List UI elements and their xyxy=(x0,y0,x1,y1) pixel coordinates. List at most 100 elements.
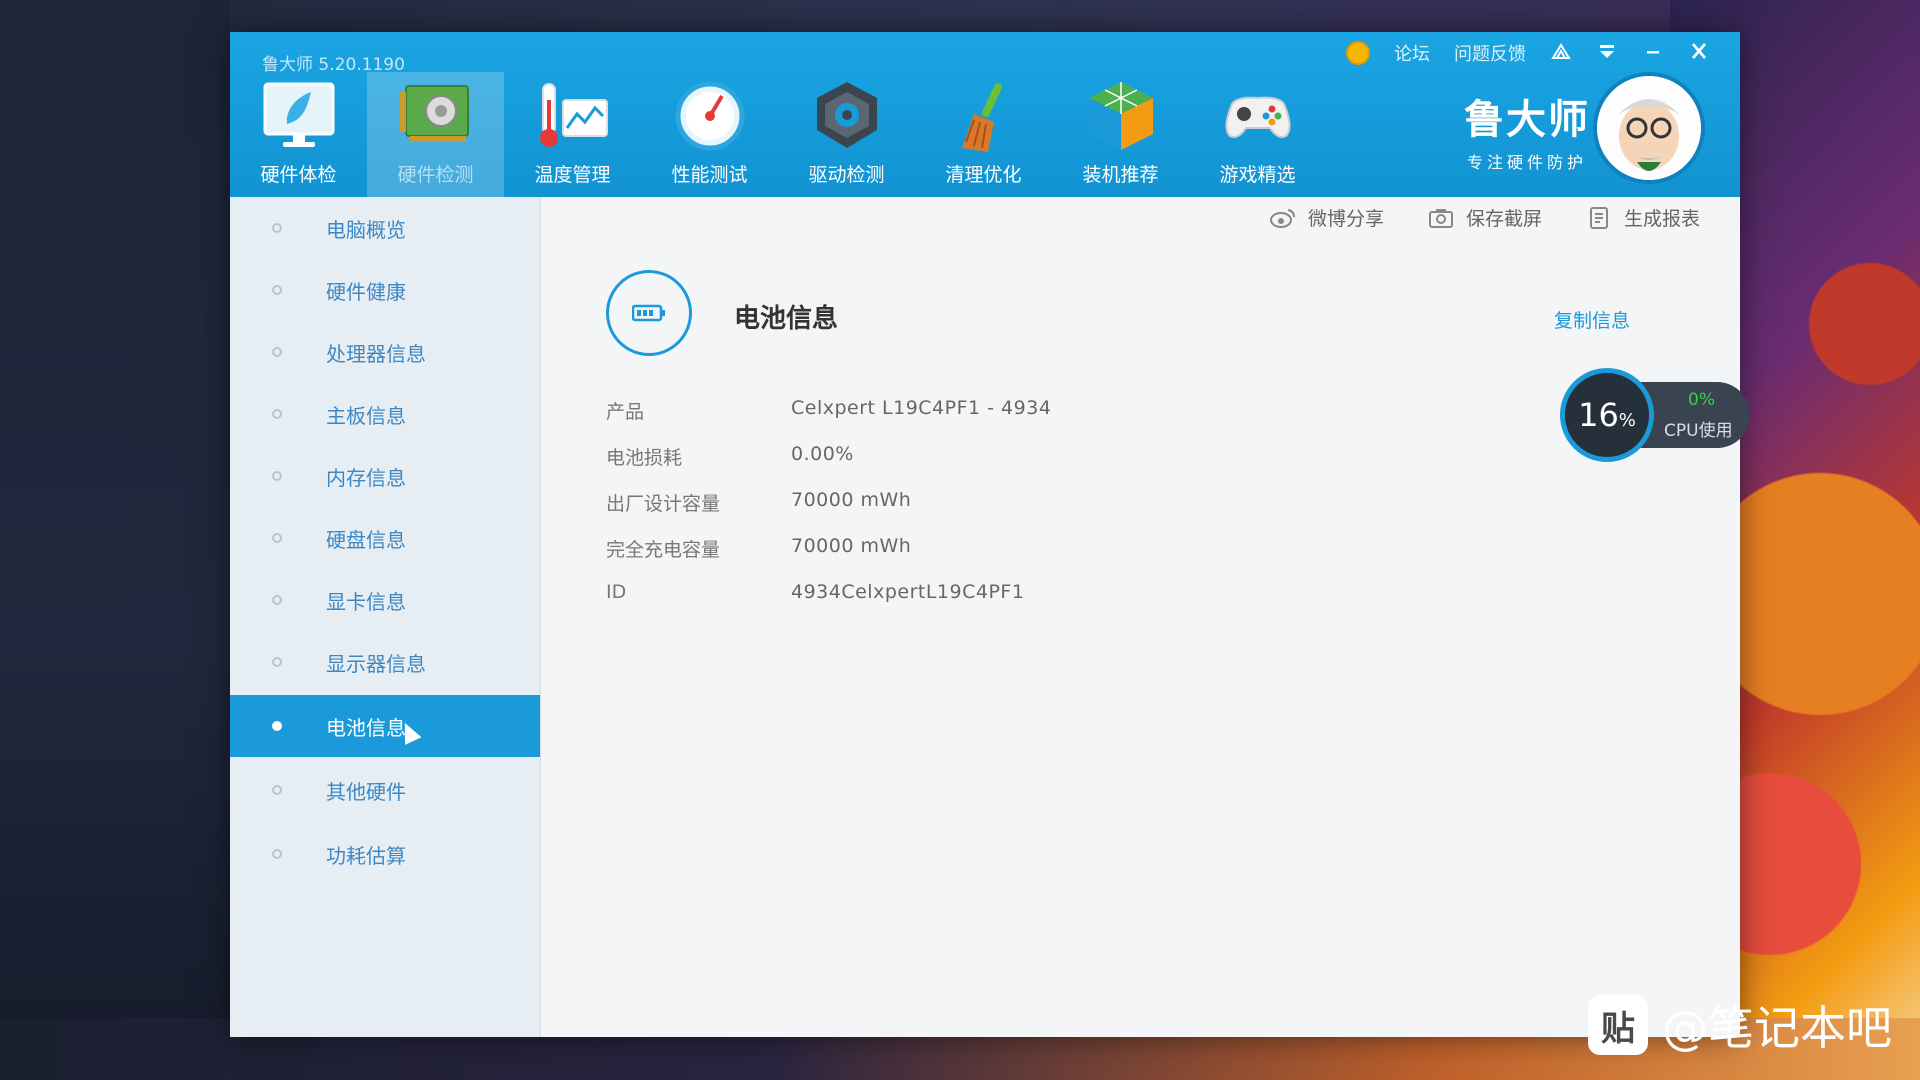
tool-cleanup[interactable]: 清理优化 xyxy=(915,72,1052,197)
medal-icon[interactable] xyxy=(1346,41,1370,65)
menu-icon[interactable] xyxy=(1596,41,1618,66)
tool-temperature[interactable]: 温度管理 xyxy=(504,72,641,197)
sidebar-item-other-hardware[interactable]: 其他硬件 xyxy=(230,759,540,821)
brand-name: 鲁大师 xyxy=(1464,97,1590,143)
usage-value: 16 xyxy=(1578,396,1619,434)
tool-game-picks[interactable]: 游戏精选 xyxy=(1189,72,1326,197)
watermark-text: @笔记本吧 xyxy=(1662,1001,1892,1055)
sidebar-item-label: 硬件健康 xyxy=(326,279,406,304)
sidebar-item-processor[interactable]: 处理器信息 xyxy=(230,321,540,383)
sidebar-item-label: 电池信息 xyxy=(326,715,406,740)
brand: 鲁大师 专注硬件防护 xyxy=(1464,87,1590,173)
tool-label: 驱动检测 xyxy=(808,164,885,186)
driver-gear-icon xyxy=(816,82,877,148)
camera-icon xyxy=(1428,208,1453,228)
sidebar: 电脑概览 硬件健康 处理器信息 主板信息 内存信息 硬盘信息 显卡信息 显示器信… xyxy=(230,197,541,1037)
gamepad-icon xyxy=(1225,96,1290,138)
cpu-percent: 0% xyxy=(1688,390,1715,410)
monitor-check-icon xyxy=(263,82,334,147)
tool-hardware-checkup[interactable]: 硬件体检 xyxy=(230,72,367,197)
sidebar-item-motherboard[interactable]: 主板信息 xyxy=(230,383,540,445)
weibo-share-button[interactable]: 微博分享 xyxy=(1269,204,1384,231)
broom-icon xyxy=(961,82,1002,152)
copy-info-link[interactable]: 复制信息 xyxy=(1554,306,1630,333)
close-icon[interactable] xyxy=(1688,41,1710,66)
thermometer-icon xyxy=(539,83,608,147)
battery-icon xyxy=(606,270,692,356)
cube-icon xyxy=(1088,82,1153,150)
info-key: 产品 xyxy=(606,401,645,423)
tool-label: 装机推荐 xyxy=(1082,164,1159,186)
tool-hardware-detect[interactable]: 硬件检测 xyxy=(367,72,504,197)
cpu-usage-widget[interactable]: 0% CPU使用 16% xyxy=(1560,368,1750,462)
info-value: 4934CelxpertL19C4PF1 xyxy=(791,581,1025,603)
tool-build-recommend[interactable]: 装机推荐 xyxy=(1052,72,1189,197)
info-key: ID xyxy=(606,581,627,603)
page-title: 电池信息 xyxy=(734,304,839,334)
feedback-link[interactable]: 问题反馈 xyxy=(1454,40,1526,66)
main-toolbar: 硬件体检 硬件检测 温度管理 性能测试 驱动检测 清理优化 装机推荐 游戏精选 xyxy=(230,72,1326,197)
sidebar-item-display[interactable]: 显示器信息 xyxy=(230,631,540,693)
sidebar-item-label: 显卡信息 xyxy=(326,589,406,614)
sidebar-item-label: 其他硬件 xyxy=(326,779,406,804)
tool-performance[interactable]: 性能测试 xyxy=(641,72,778,197)
title-bar: 鲁大师 5.20.1190 论坛 问题反馈 硬件体检 硬件检测 温度管理 性能测… xyxy=(230,32,1740,197)
skin-icon[interactable] xyxy=(1550,41,1572,66)
speedometer-icon xyxy=(675,81,744,151)
bullet-icon xyxy=(272,409,282,419)
battery-panel: 电池信息 复制信息 产品 Celxpert L19C4PF1 - 4934 电池… xyxy=(540,232,1740,1037)
bullet-icon xyxy=(272,285,282,295)
sidebar-item-overview[interactable]: 电脑概览 xyxy=(230,197,540,259)
bullet-icon xyxy=(272,849,282,859)
tool-label: 硬件体检 xyxy=(260,164,337,186)
bullet-icon xyxy=(272,657,282,667)
sidebar-item-label: 主板信息 xyxy=(326,403,406,428)
tool-label: 温度管理 xyxy=(534,164,611,186)
sidebar-item-disk[interactable]: 硬盘信息 xyxy=(230,507,540,569)
sidebar-item-label: 内存信息 xyxy=(326,465,406,490)
title-bar-controls: 论坛 问题反馈 xyxy=(1346,40,1710,66)
save-screenshot-label: 保存截屏 xyxy=(1465,208,1542,230)
sidebar-item-battery[interactable]: 电池信息 xyxy=(230,695,540,757)
generate-report-button[interactable]: 生成报表 xyxy=(1586,204,1700,231)
sidebar-item-label: 硬盘信息 xyxy=(326,527,406,552)
bullet-icon xyxy=(272,595,282,605)
save-screenshot-button[interactable]: 保存截屏 xyxy=(1428,204,1542,231)
bullet-icon xyxy=(272,785,282,795)
action-bar: 微博分享 保存截屏 生成报表 xyxy=(1269,204,1700,231)
bullet-icon xyxy=(272,223,282,233)
sidebar-item-label: 功耗估算 xyxy=(326,843,406,868)
usage-unit: % xyxy=(1618,409,1636,431)
minimize-icon[interactable] xyxy=(1642,41,1664,66)
mascot-icon xyxy=(1597,76,1701,180)
report-icon xyxy=(1589,206,1608,229)
forum-link[interactable]: 论坛 xyxy=(1394,40,1430,66)
sidebar-item-power-estimate[interactable]: 功耗估算 xyxy=(230,823,540,885)
info-key: 电池损耗 xyxy=(606,447,683,469)
tool-label: 硬件检测 xyxy=(397,164,474,186)
bullet-icon xyxy=(272,471,282,481)
bullet-icon xyxy=(272,721,282,731)
info-key: 出厂设计容量 xyxy=(606,493,721,515)
sidebar-item-label: 显示器信息 xyxy=(326,651,426,676)
tool-label: 游戏精选 xyxy=(1219,164,1296,186)
sidebar-item-graphics[interactable]: 显卡信息 xyxy=(230,569,540,631)
weibo-icon xyxy=(1269,208,1295,228)
memory-usage-ring: 16% xyxy=(1560,368,1654,462)
sidebar-item-memory[interactable]: 内存信息 xyxy=(230,445,540,507)
sidebar-item-label: 处理器信息 xyxy=(326,341,426,366)
cpu-label: CPU使用 xyxy=(1664,421,1733,441)
generate-report-label: 生成报表 xyxy=(1623,208,1700,230)
sidebar-item-health[interactable]: 硬件健康 xyxy=(230,259,540,321)
info-value: 70000 mWh xyxy=(791,489,912,511)
watermark: 贴 @笔记本吧 xyxy=(1588,992,1892,1058)
info-value: Celxpert L19C4PF1 - 4934 xyxy=(791,397,1052,419)
tool-driver-detect[interactable]: 驱动检测 xyxy=(778,72,915,197)
bullet-icon xyxy=(272,533,282,543)
brand-slogan: 专注硬件防护 xyxy=(1466,153,1587,172)
info-value: 70000 mWh xyxy=(791,535,912,557)
info-value: 0.00% xyxy=(791,443,854,465)
app-window: 鲁大师 5.20.1190 论坛 问题反馈 硬件体检 硬件检测 温度管理 性能测… xyxy=(230,32,1740,1037)
weibo-share-label: 微博分享 xyxy=(1307,208,1384,230)
avatar[interactable] xyxy=(1593,72,1705,184)
